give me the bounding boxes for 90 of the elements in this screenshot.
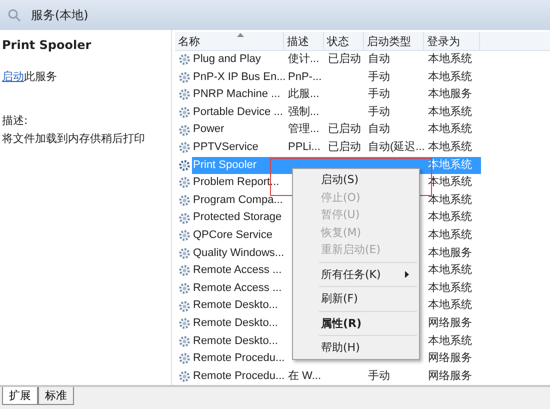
menu-item[interactable]: 启动(S) (293, 171, 419, 188)
table-cell-text: 手动 (367, 70, 391, 85)
table-cell-text: 网络服务 (427, 351, 473, 366)
table-cell-text: 强制... (287, 104, 320, 120)
gear-icon (178, 124, 191, 137)
gear-icon (178, 158, 191, 172)
table-cell[interactable]: Remote Procedu... (192, 368, 285, 386)
table-cell-text: 本地系统 (427, 298, 473, 314)
search-icon (7, 8, 21, 22)
gear-icon (178, 212, 191, 225)
table-cell-text: 网络服务 (427, 368, 473, 384)
table-cell[interactable]: Program Compa... (192, 192, 285, 210)
gear-icon (178, 352, 191, 366)
table-cell[interactable]: QPCore Service (192, 226, 285, 245)
gear-icon (178, 141, 191, 154)
table-cell-text: 自动 (367, 52, 391, 67)
table-cell-text: PnP-... (287, 70, 323, 85)
table-cell-text: 本地系统 (427, 70, 473, 85)
table-cell-text: 本地系统 (427, 104, 473, 120)
table-cell-text: 手动 (367, 104, 391, 120)
table-cell[interactable]: Remote Deskto... (192, 297, 285, 315)
table-cell-text: 自动 (367, 122, 391, 138)
table-cell-text: 网络服务 (427, 316, 473, 331)
column-header[interactable]: 启动类型 (364, 32, 424, 50)
table-cell[interactable]: Remote Access ... (192, 262, 285, 280)
gear-icon (178, 106, 191, 120)
gear-icon (178, 264, 191, 278)
gear-icon (178, 300, 191, 313)
table-cell-text: 已启动 (327, 122, 362, 138)
gear-icon (178, 88, 191, 102)
table-cell-text: 管理... (287, 122, 320, 138)
menu-item[interactable]: 帮助(H) (293, 339, 419, 356)
menu-item[interactable]: 刷新(F) (293, 290, 419, 308)
gear-icon (178, 194, 191, 208)
table-cell[interactable]: PPTVService (192, 138, 285, 157)
table-cell-text: 本地系统 (427, 334, 473, 348)
table-cell-text: 已启动 (327, 52, 362, 67)
table-cell-text: 本地系统 (427, 280, 473, 296)
table-cell-text: 本地系统 (427, 122, 473, 138)
gear-icon (178, 176, 191, 190)
column-header[interactable]: 描述 (284, 32, 324, 50)
table-cell[interactable]: Remote Access ... (192, 280, 285, 298)
description-label: 描述: (2, 113, 29, 128)
table-cell[interactable]: Remote Procedu... (192, 350, 285, 368)
gear-icon (178, 317, 191, 330)
gear-icon (178, 282, 191, 296)
table-cell-text: 本地系统 (427, 210, 473, 226)
table-cell-text: 手动 (367, 368, 391, 384)
table-cell-text: PPLi... (287, 140, 322, 155)
table-cell-text: 已启动 (327, 140, 362, 155)
gear-icon (178, 53, 191, 66)
table-cell-text: 本地服务 (427, 246, 473, 261)
table-cell-text: 本地服务 (427, 87, 473, 102)
start-link[interactable]: 启动 (2, 70, 24, 83)
table-cell-text: 自动(延迟... (367, 140, 425, 155)
window-title: 服务(本地) (31, 6, 88, 24)
table-cell-text: 本地系统 (427, 140, 473, 155)
table-cell[interactable]: Remote Deskto... (192, 314, 285, 332)
gear-icon (178, 334, 191, 348)
table-cell-text: 本地系统 (427, 192, 473, 208)
table-cell[interactable]: Quality Windows... (192, 244, 285, 262)
table-cell[interactable]: Plug and Play (192, 51, 285, 69)
table-cell[interactable]: PNRP Machine ... (192, 86, 285, 104)
gear-icon (178, 246, 191, 260)
service-title: Print Spooler (2, 38, 92, 52)
gear-icon (178, 70, 191, 84)
table-cell-text: 在 W... (287, 368, 322, 384)
action-text: 此服务 (24, 70, 57, 83)
table-cell[interactable]: Protected Storage (192, 209, 285, 227)
sort-arrow-icon (237, 33, 244, 37)
menu-item[interactable]: 所有任务(K) (293, 266, 419, 283)
table-cell-text: 此服... (287, 87, 320, 102)
gear-icon (178, 229, 191, 242)
column-header[interactable]: 登录为 (424, 32, 480, 50)
column-header[interactable]: 状态 (324, 32, 364, 50)
table-cell[interactable]: PnP-X IP Bus En... (192, 68, 285, 86)
table-cell-text: 本地系统 (427, 262, 473, 278)
tab[interactable]: 标准 (38, 387, 74, 405)
table-cell-text: 本地系统 (427, 228, 473, 243)
tab[interactable]: 扩展 (2, 387, 38, 405)
table-cell-text: 本地系统 (427, 52, 473, 67)
table-cell-text: 使计... (287, 52, 320, 67)
table-cell[interactable]: Remote Deskto... (192, 332, 285, 350)
table-cell-text: 手动 (367, 87, 391, 102)
menu-item[interactable]: 属性(R) (293, 314, 419, 332)
gear-icon (178, 370, 191, 383)
table-cell[interactable]: Portable Device ... (192, 104, 285, 122)
description-text: 将文件加载到内存供稍后打印 (2, 131, 146, 146)
column-header[interactable]: 名称 (175, 32, 284, 50)
table-cell[interactable]: Power (192, 121, 285, 139)
